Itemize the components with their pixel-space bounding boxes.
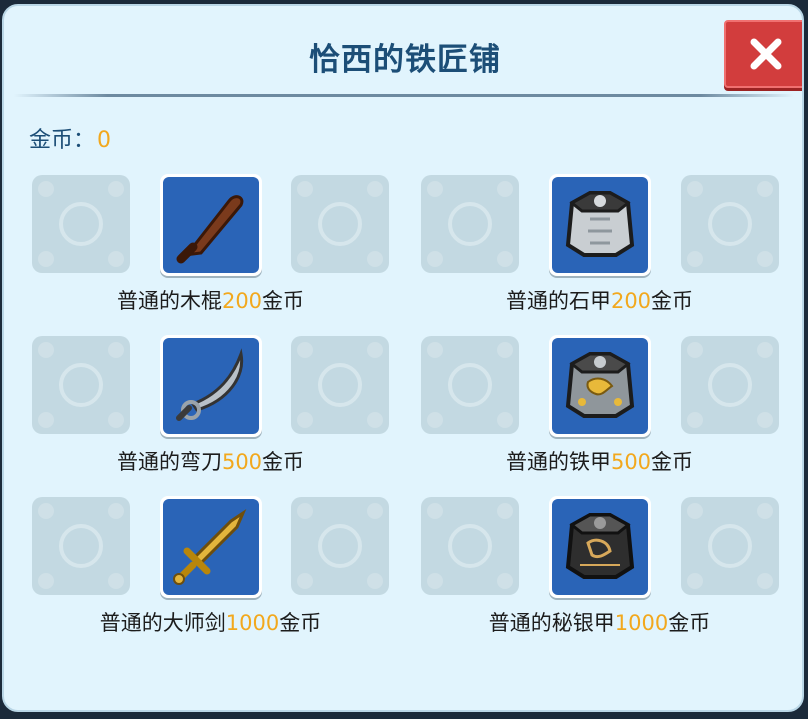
- empty-slot: [291, 497, 389, 595]
- empty-slot: [32, 497, 130, 595]
- shop-item-3[interactable]: [549, 335, 651, 437]
- item-label-4: 普通的大师剑1000金币: [99, 611, 322, 635]
- item-label-5: 普通的秘银甲1000金币: [488, 611, 711, 635]
- title-divider: [14, 94, 794, 97]
- empty-slot: [291, 336, 389, 434]
- close-button[interactable]: [724, 20, 802, 88]
- close-x-icon: [750, 38, 782, 70]
- empty-slot: [681, 336, 779, 434]
- shop-item-5[interactable]: [549, 496, 651, 598]
- shop-title: 恰西的铁匠铺: [309, 42, 501, 78]
- empty-slot: [32, 336, 130, 434]
- item-label-1: 普通的石甲200金币: [505, 289, 694, 313]
- coin-label: 金币：: [29, 128, 96, 153]
- mithril-armor-icon: [565, 513, 635, 579]
- empty-slot: [32, 175, 130, 273]
- coin-balance: 金币：0: [29, 122, 111, 154]
- shop-panel: 恰西的铁匠铺 金币：0 普通的木棍200金币 普通的石甲200金币 普通的弯刀5…: [2, 4, 804, 712]
- empty-slot: [421, 336, 519, 434]
- wooden-club-icon: [176, 195, 244, 264]
- item-label-3: 普通的铁甲500金币: [505, 450, 694, 474]
- shop-item-4[interactable]: [160, 496, 262, 598]
- empty-slot: [291, 175, 389, 273]
- empty-slot: [681, 497, 779, 595]
- stone-armor-icon: [565, 191, 635, 257]
- iron-armor-icon: [565, 352, 635, 418]
- shop-item-1[interactable]: [549, 174, 651, 276]
- shop-item-0[interactable]: [160, 174, 262, 276]
- coin-amount: 0: [97, 128, 112, 153]
- empty-slot: [421, 497, 519, 595]
- item-label-0: 普通的木棍200金币: [116, 289, 305, 313]
- empty-slot: [681, 175, 779, 273]
- item-label-2: 普通的弯刀500金币: [116, 450, 305, 474]
- shop-item-2[interactable]: [160, 335, 262, 437]
- scimitar-icon: [176, 348, 244, 421]
- master-sword-icon: [173, 508, 247, 585]
- empty-slot: [421, 175, 519, 273]
